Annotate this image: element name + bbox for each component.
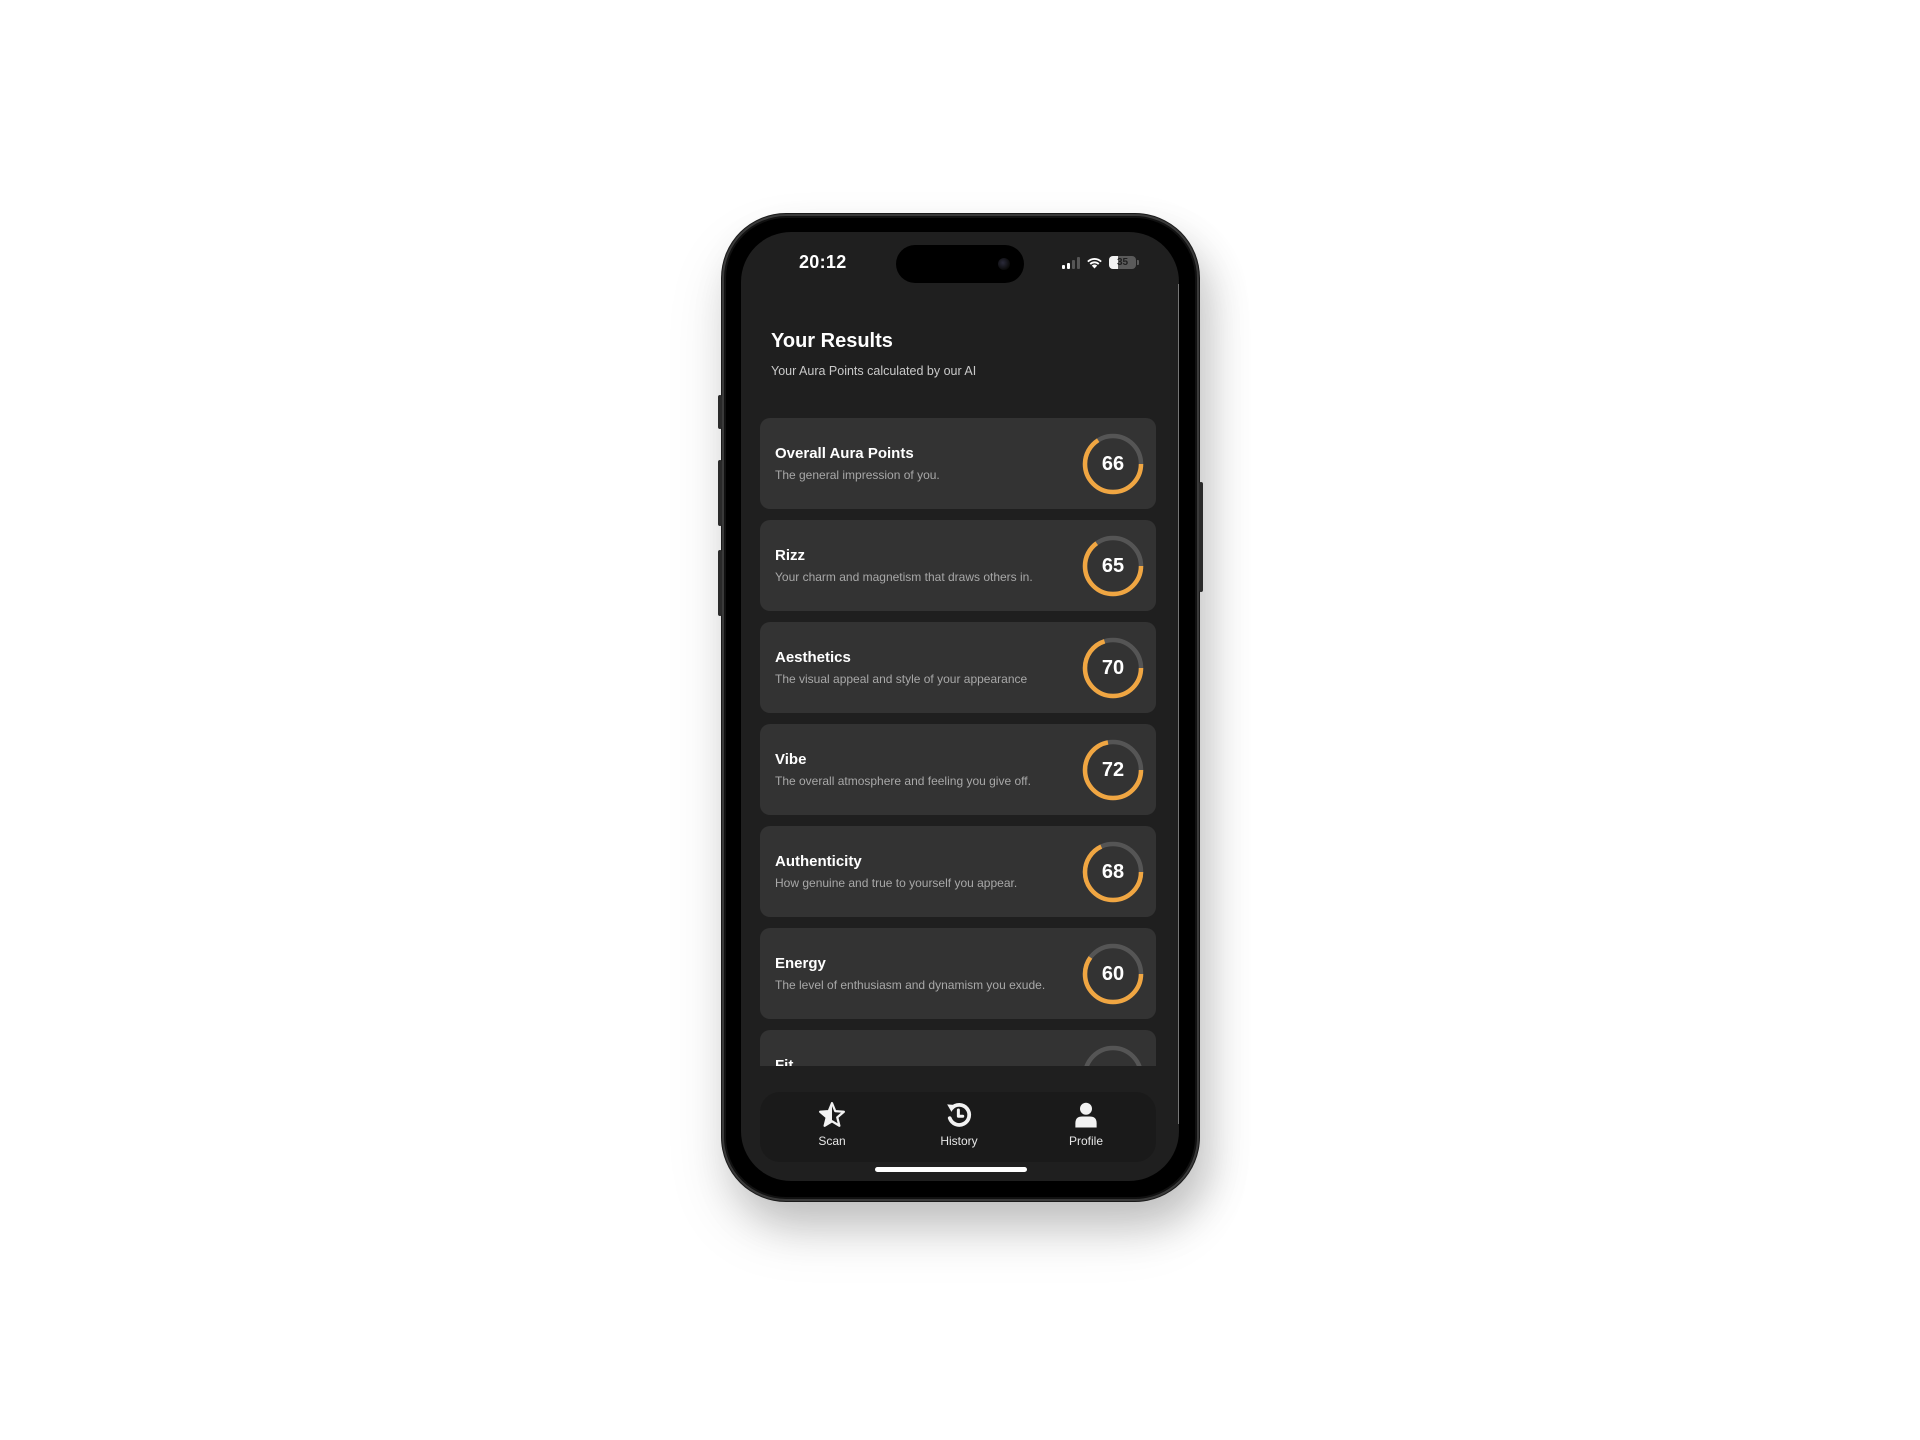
tab-scan[interactable]: Scan [792, 1100, 872, 1156]
result-description: The general impression of you. [775, 468, 940, 482]
status-time: 20:12 [799, 252, 847, 272]
home-indicator[interactable] [875, 1167, 1027, 1172]
result-card[interactable]: Overall Aura Points The general impressio… [760, 418, 1156, 509]
tab-profile[interactable]: Profile [1046, 1100, 1126, 1156]
tab-label: Scan [818, 1134, 846, 1148]
score-value: 55 [1082, 1045, 1144, 1067]
power-button [1199, 482, 1203, 592]
action-button [718, 395, 722, 429]
camera-icon [998, 258, 1010, 270]
volume-down-button [718, 550, 722, 616]
result-title: Energy [775, 955, 826, 972]
tab-history[interactable]: History [919, 1100, 999, 1156]
dynamic-island [896, 245, 1024, 283]
battery-percent: 35 [1116, 257, 1129, 268]
result-title: Overall Aura Points [775, 445, 914, 462]
result-card[interactable]: Vibe The overall atmosphere and feeling y… [760, 724, 1156, 815]
result-description: The overall atmosphere and feeling you g… [775, 774, 1031, 788]
battery-cap [1137, 260, 1139, 265]
history-icon [947, 1103, 972, 1127]
result-title: Fit [775, 1057, 794, 1066]
score-value: 68 [1101, 860, 1125, 883]
volume-up-button [718, 460, 722, 526]
star-half-icon [819, 1102, 845, 1127]
wifi-icon [1087, 258, 1102, 269]
result-description: Your charm and magnetism that draws othe… [775, 570, 1033, 584]
phone-frame: 20:12 35 Your Results Your Aura Points c… [718, 214, 1203, 1201]
result-title: Rizz [775, 547, 805, 564]
status-icons: 35 [1062, 256, 1139, 269]
result-card[interactable]: Aesthetics The visual appeal and style of… [760, 622, 1156, 713]
result-title: Authenticity [775, 853, 862, 870]
result-title: Aesthetics [775, 649, 851, 666]
score-value: 65 [1101, 554, 1125, 577]
result-description: How genuine and true to yourself you app… [775, 876, 1018, 890]
score-value: 70 [1101, 656, 1125, 679]
page-title: Your Results [771, 330, 893, 352]
result-title: Vibe [775, 751, 807, 768]
tab-bar: Scan History Profile [760, 1092, 1156, 1162]
score-value: 72 [1101, 758, 1125, 781]
score-value: 60 [1101, 962, 1125, 985]
screen: 20:12 35 Your Results Your Aura Points c… [741, 232, 1179, 1181]
tab-label: History [940, 1134, 978, 1148]
cellular-signal-icon [1062, 256, 1080, 269]
result-description: The visual appeal and style of your appe… [775, 672, 1028, 686]
result-card[interactable]: Rizz Your charm and magnetism that draws … [760, 520, 1156, 611]
result-description: The level of enthusiasm and dynamism you… [775, 978, 1046, 992]
result-card[interactable]: FitHow well your style and appearance co… [760, 1030, 1156, 1066]
person-icon [1075, 1102, 1097, 1128]
result-card[interactable]: Energy The level of enthusiasm and dynami… [760, 928, 1156, 1019]
score-value: 66 [1101, 452, 1125, 475]
results-list[interactable]: Overall Aura Points The general impressio… [741, 404, 1179, 1066]
page-subtitle: Your Aura Points calculated by our AI [771, 364, 977, 378]
battery-icon: 35 [1109, 256, 1136, 269]
result-card[interactable]: Authenticity How genuine and true to your… [760, 826, 1156, 917]
tab-label: Profile [1068, 1134, 1103, 1148]
